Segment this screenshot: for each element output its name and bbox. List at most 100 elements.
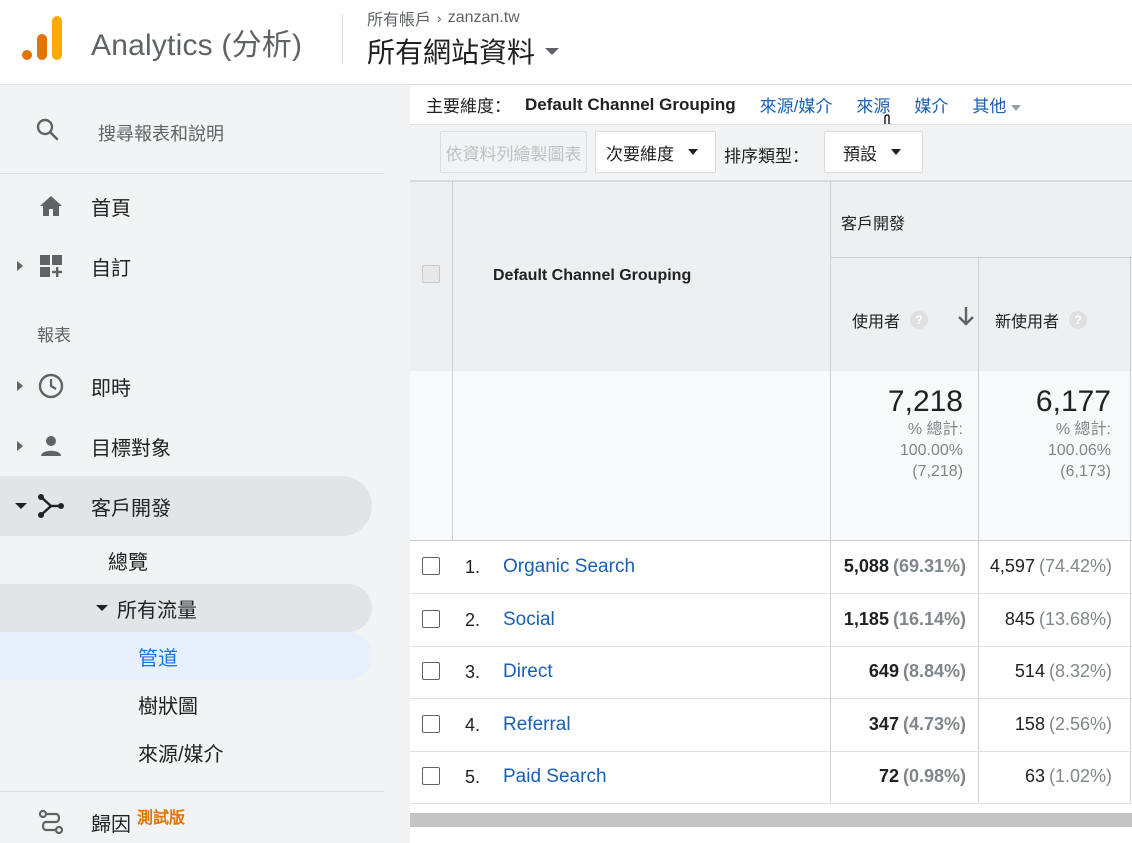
sort-type-value: 預設 [843,144,877,164]
dimension-link-other[interactable]: 其他 [972,92,1022,117]
sidebar-item-audience[interactable]: 目標對象 [0,416,372,476]
row-index: 2. [465,610,481,630]
table-header: Default Channel Grouping 客戶開發 使用者 ? 新使用者… [410,180,1132,371]
breadcrumb-all-accounts[interactable]: 所有帳戶 [367,6,431,30]
new-users-total-label: % 總計: [1055,421,1111,438]
primary-dimension-bar: 主要維度： Default Channel Grouping 來源/媒介 來源 … [410,85,1132,124]
breadcrumb[interactable]: 所有帳戶 › zanzan.tw [367,6,520,30]
expand-arrow-icon[interactable] [17,261,23,271]
dimension-link-other-label: 其他 [972,97,1007,116]
caret-down-icon [891,149,901,155]
help-icon[interactable]: ? [910,311,929,329]
group-header-divider [830,257,1132,258]
totals-row: 7,218 % 總計: 100.00% (7,218) 6,177 % 總計: … [410,371,1132,541]
row-index: 1. [465,557,481,577]
help-icon[interactable]: ? [1069,311,1088,329]
sidebar-item-label: 歸因 測試版 [91,808,185,837]
dimension-link-medium[interactable]: 媒介 [914,92,948,117]
users-total: 7,218 % 總計: 100.00% (7,218) [830,385,978,482]
sort-type-label: 排序類型： [724,147,809,166]
row-index: 5. [465,767,481,787]
clock-icon [37,372,65,400]
analytics-logo-icon[interactable] [22,14,64,60]
sidebar-subitem-overview[interactable]: 總覽 [0,536,372,584]
new-users-total-pct: 100.06% [1047,442,1111,459]
row-users: 1,185 (16.14%) [843,609,966,629]
primary-dimension-current: Default Channel Grouping [525,94,736,114]
row-channel-link[interactable]: Referral [503,714,571,736]
row-new-users: 845 (13.68%) [1004,609,1112,629]
row-channel-link[interactable]: Direct [503,661,553,683]
sidebar-subitem-treemaps[interactable]: 樹狀圖 [0,680,372,728]
collapse-arrow-icon[interactable] [15,503,27,509]
expand-arrow-icon[interactable] [17,441,23,451]
users-column-header[interactable]: 使用者 ? [852,308,929,332]
collapse-arrow-icon[interactable] [96,605,108,611]
sidebar-subitem-source-medium[interactable]: 來源/媒介 [0,728,372,776]
sidebar-subitem-channels[interactable]: 管道 [0,632,372,680]
sidebar-item-attribution[interactable]: 歸因 測試版 [0,792,372,843]
sidebar-subitem-label: 來源/媒介 [138,743,224,766]
row-checkbox[interactable] [422,662,440,680]
view-selector[interactable]: 所有網站資料 [367,31,560,71]
table-row: 5. Paid Search 72 (0.98%) 63 (1.02%) [410,751,1132,804]
breadcrumb-account[interactable]: zanzan.tw [448,9,520,27]
select-all-checkbox[interactable] [422,265,440,283]
caret-down-icon [688,149,698,155]
sidebar-item-customization[interactable]: 自訂 [0,236,372,296]
sidebar-subitem-label: 所有流量 [117,599,197,622]
sidebar-subitem-label: 總覽 [108,551,148,574]
new-users-total-base: (6,173) [1060,463,1111,480]
search-placeholder: 搜尋報表和說明 [98,124,224,144]
row-users: 5,088 (69.31%) [843,556,966,576]
search-reports[interactable]: 搜尋報表和說明 [0,85,384,174]
sidebar-item-acquisition[interactable]: 客戶開發 [0,476,372,536]
row-checkbox[interactable] [422,557,440,575]
row-checkbox[interactable] [422,610,440,628]
sidebar: 搜尋報表和說明 首頁 自訂 報表 即時 目標對象 客戶開發 總覽 所有流量 管道… [0,85,410,843]
row-checkbox[interactable] [422,767,440,785]
users-header-label: 使用者 [852,314,901,331]
expand-arrow-icon[interactable] [17,381,23,391]
report-toolbar: 依資料列繪製圖表 次要維度 排序類型： 預設 [410,124,1132,180]
acquisition-icon [37,492,65,520]
new-users-column-header[interactable]: 新使用者 ? [995,308,1088,332]
new-users-total: 6,177 % 總計: 100.06% (6,173) [979,385,1132,482]
dashboard-add-icon [37,252,65,280]
row-new-users: 4,597 (74.42%) [989,556,1112,576]
sort-type-dropdown[interactable]: 預設 [824,131,923,173]
dimension-link-source-medium[interactable]: 來源/媒介 [760,92,833,117]
view-name: 所有網站資料 [367,37,536,68]
secondary-dimension-label: 次要維度 [606,144,674,164]
row-channel-link[interactable]: Organic Search [503,556,635,578]
attribution-label: 歸因 [91,813,131,836]
row-new-users: 158 (2.56%) [1014,714,1112,734]
row-channel-link[interactable]: Paid Search [503,766,607,788]
acquisition-group-header: 客戶開發 [841,216,906,233]
horizontal-scrollbar[interactable] [410,813,1132,827]
attribution-icon [37,808,65,836]
row-checkbox[interactable] [422,715,440,733]
sidebar-item-label: 自訂 [91,257,131,280]
sidebar-item-realtime[interactable]: 即時 [0,356,372,416]
reports-section-label: 報表 [37,326,71,345]
sidebar-item-label: 客戶開發 [91,497,171,520]
users-total-value: 7,218 [887,385,963,418]
sidebar-item-home[interactable]: 首頁 [0,176,372,236]
dimension-column-header[interactable]: Default Channel Grouping [493,267,691,285]
secondary-dimension-dropdown[interactable]: 次要維度 [595,131,716,173]
table-row: 1. Organic Search 5,088 (69.31%) 4,597 (74… [410,541,1132,594]
row-new-users: 63 (1.02%) [1024,766,1112,786]
search-icon [36,118,59,141]
plot-rows-button: 依資料列繪製圖表 [440,131,587,173]
row-users: 649 (8.84%) [868,661,966,681]
sidebar-subitem-all-traffic[interactable]: 所有流量 [0,584,372,632]
app-header: Analytics (分析) 所有帳戶 › zanzan.tw 所有網站資料 [0,0,1132,85]
sidebar-item-label: 首頁 [91,197,131,220]
sidebar-subitem-label: 管道 [138,647,178,670]
row-channel-link[interactable]: Social [503,609,555,631]
beta-badge: 測試版 [137,809,186,827]
sort-descending-icon[interactable] [957,305,975,327]
caret-down-icon [1011,104,1022,111]
chevron-right-icon: › [437,10,442,26]
